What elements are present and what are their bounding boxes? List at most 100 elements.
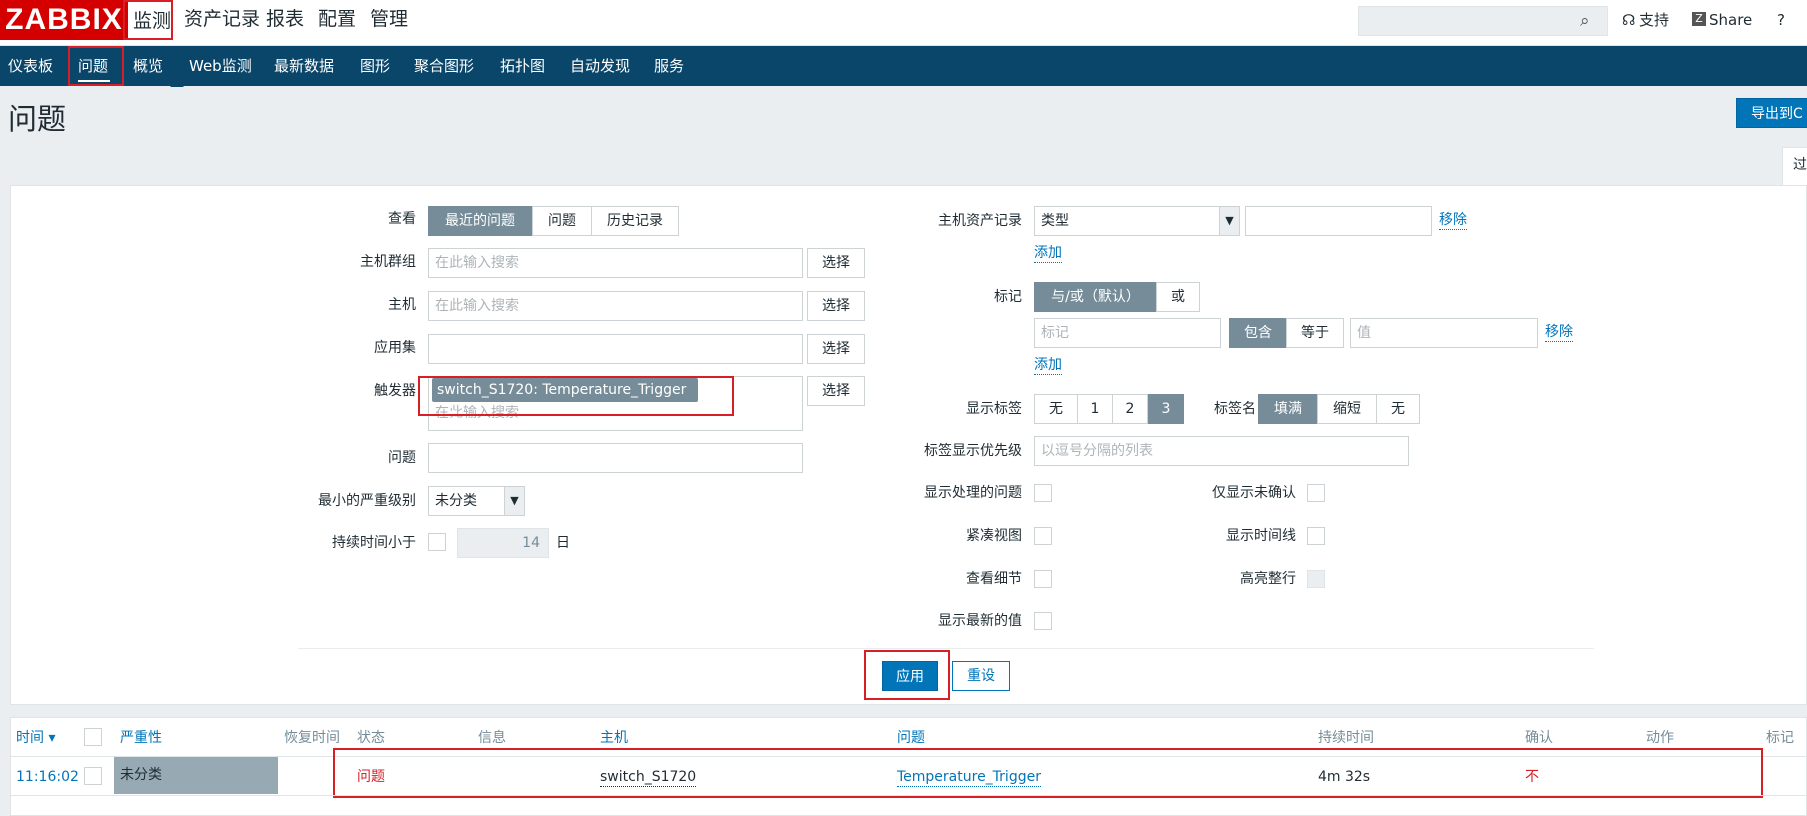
menu-monitoring[interactable]: 监测: [123, 0, 173, 40]
inventory-value-input[interactable]: [1245, 206, 1432, 236]
duration-checkbox[interactable]: [428, 533, 446, 551]
tag-equals-option[interactable]: 等于: [1286, 318, 1344, 348]
nav-overview[interactable]: 概览: [133, 46, 163, 86]
problem-label: 问题: [388, 450, 416, 466]
view-problems[interactable]: 问题: [532, 206, 592, 236]
export-csv-button[interactable]: 导出到C: [1736, 98, 1807, 128]
support-link[interactable]: 支持: [1639, 9, 1669, 31]
col-recovery-time: 恢复时间: [284, 730, 340, 746]
application-label: 应用集: [374, 340, 416, 356]
row-severity: 未分类: [114, 757, 278, 794]
view-label: 查看: [388, 211, 416, 227]
latest-values-checkbox[interactable]: [1034, 612, 1052, 630]
duration-input[interactable]: 14: [457, 528, 549, 558]
reset-button[interactable]: 重设: [952, 661, 1010, 691]
host-select-button[interactable]: 选择: [807, 291, 865, 321]
row-checkbox[interactable]: [84, 767, 102, 785]
show-tags-label: 显示标签: [966, 401, 1022, 417]
show-suppressed-checkbox[interactable]: [1034, 484, 1052, 502]
chevron-down-icon: ▼: [1219, 207, 1239, 235]
trigger-label: 触发器: [374, 383, 416, 399]
help-link[interactable]: ?: [1777, 9, 1785, 31]
select-all-checkbox[interactable]: [84, 728, 102, 746]
nav-web[interactable]: Web监测: [189, 46, 252, 86]
min-severity-select[interactable]: 未分类 ▼: [428, 486, 525, 516]
nav-services[interactable]: 服务: [654, 46, 684, 86]
filter-tab[interactable]: 过: [1782, 147, 1807, 185]
col-problem[interactable]: 问题: [897, 728, 925, 748]
nav-dashboard[interactable]: 仪表板: [8, 46, 53, 86]
menu-configuration[interactable]: 配置: [318, 0, 356, 40]
hostgroup-label: 主机群组: [360, 254, 416, 270]
menu-reports[interactable]: 报表: [266, 0, 304, 40]
duration-label: 持续时间小于: [332, 535, 416, 551]
tag-name-label: 标签名: [1214, 401, 1256, 417]
sub-nav: [0, 46, 1807, 86]
problem-input[interactable]: [428, 443, 803, 473]
share-link[interactable]: Share: [1709, 9, 1752, 31]
compact-view-checkbox[interactable]: [1034, 527, 1052, 545]
col-time[interactable]: 时间 ▾: [16, 728, 55, 748]
nav-screens[interactable]: 聚合图形: [414, 46, 474, 86]
tag-name-none[interactable]: 无: [1376, 394, 1420, 424]
col-tags: 标记: [1766, 730, 1794, 746]
hostgroup-input[interactable]: 在此输入搜索: [428, 248, 803, 278]
show-timeline-label: 显示时间线: [1226, 528, 1296, 544]
menu-inventory[interactable]: 资产记录: [184, 0, 260, 40]
inventory-remove-link[interactable]: 移除: [1439, 210, 1467, 230]
details-checkbox[interactable]: [1034, 570, 1052, 588]
inventory-type-select[interactable]: 类型 ▼: [1034, 206, 1240, 236]
tag-value-input[interactable]: 值: [1350, 318, 1538, 348]
page-title: 问题: [8, 102, 67, 136]
application-select-button[interactable]: 选择: [807, 334, 865, 364]
details-label: 查看细节: [966, 571, 1022, 587]
host-label: 主机: [388, 297, 416, 313]
application-input[interactable]: [428, 334, 803, 364]
show-tags-none[interactable]: 无: [1034, 394, 1078, 424]
hostgroup-select-button[interactable]: 选择: [807, 248, 865, 278]
active-tab-underline: [78, 80, 110, 82]
tag-add-link[interactable]: 添加: [1034, 355, 1062, 375]
tag-contains-option[interactable]: 包含: [1229, 318, 1287, 348]
only-unack-checkbox[interactable]: [1307, 484, 1325, 502]
headset-icon[interactable]: ☊: [1622, 9, 1635, 31]
search-input[interactable]: [1358, 6, 1608, 36]
col-host[interactable]: 主机: [600, 728, 628, 748]
tag-remove-link[interactable]: 移除: [1545, 322, 1573, 342]
menu-administration[interactable]: 管理: [370, 0, 408, 40]
host-input[interactable]: 在此输入搜索: [428, 291, 803, 321]
filter-divider: [298, 648, 1594, 649]
col-status: 状态: [357, 730, 385, 746]
tags-label: 标记: [994, 289, 1022, 305]
show-tags-3[interactable]: 3: [1148, 394, 1184, 424]
tag-name-input[interactable]: 标记: [1034, 318, 1221, 348]
view-history[interactable]: 历史记录: [591, 206, 679, 236]
show-tags-2[interactable]: 2: [1112, 394, 1148, 424]
tag-priority-input[interactable]: 以逗号分隔的列表: [1034, 436, 1409, 466]
trigger-select-button[interactable]: 选择: [807, 376, 865, 406]
row-highlight-box: [333, 748, 1763, 798]
nav-maps[interactable]: 拓扑图: [500, 46, 545, 86]
nav-graphs[interactable]: 图形: [360, 46, 390, 86]
tags-and-or-option[interactable]: 与/或（默认）: [1034, 282, 1157, 312]
apply-button[interactable]: 应用: [882, 661, 938, 691]
tag-name-short[interactable]: 缩短: [1317, 394, 1377, 424]
col-severity[interactable]: 严重性: [120, 728, 162, 748]
show-timeline-checkbox[interactable]: [1307, 527, 1325, 545]
inventory-add-link[interactable]: 添加: [1034, 243, 1062, 263]
show-tags-1[interactable]: 1: [1077, 394, 1113, 424]
nav-latest-data[interactable]: 最新数据: [274, 46, 334, 86]
search-icon[interactable]: ⌕: [1580, 11, 1596, 31]
only-unack-label: 仅显示未确认: [1212, 485, 1296, 501]
col-duration: 持续时间: [1318, 730, 1374, 746]
highlight-row-checkbox[interactable]: [1307, 570, 1325, 588]
row-time[interactable]: 11:16:02: [16, 767, 79, 787]
tag-name-full[interactable]: 填满: [1258, 394, 1318, 424]
view-recent-problems[interactable]: 最近的问题: [428, 206, 532, 236]
compact-view-label: 紧凑视图: [966, 528, 1022, 544]
highlight-row-label: 高亮整行: [1240, 571, 1296, 587]
share-icon[interactable]: Z: [1692, 12, 1706, 26]
tags-or-option[interactable]: 或: [1156, 282, 1200, 312]
nav-discovery[interactable]: 自动发现: [570, 46, 630, 86]
zabbix-logo[interactable]: ZABBIX: [0, 0, 128, 40]
